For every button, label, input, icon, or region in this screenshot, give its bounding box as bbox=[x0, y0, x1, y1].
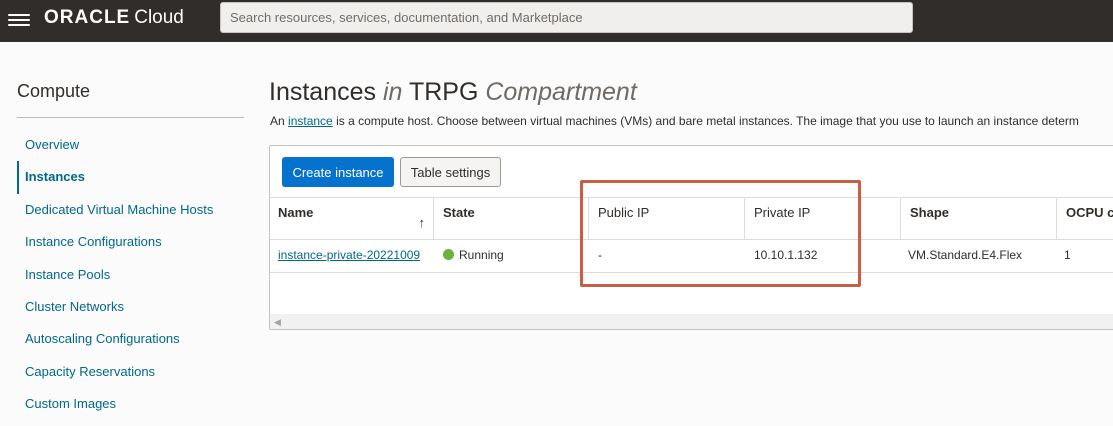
search-input[interactable] bbox=[220, 2, 913, 33]
column-header-private-ip[interactable]: Private IP bbox=[746, 198, 901, 240]
logo-brand: ORACLE bbox=[44, 7, 131, 28]
cell-name: instance-private-20221009 bbox=[270, 240, 420, 272]
sidebar-title: Compute bbox=[17, 81, 91, 101]
table-settings-button[interactable]: Table settings bbox=[400, 157, 501, 187]
sidebar-divider bbox=[17, 117, 244, 118]
cell-private-ip: 10.10.1.132 bbox=[754, 248, 818, 262]
page-title-compartment-name: TRPG bbox=[408, 78, 479, 106]
table-header: Name ↑ State Public IP Private IP Shape … bbox=[270, 197, 1113, 240]
page-title-main: Instances bbox=[269, 78, 377, 106]
column-header-state[interactable]: State bbox=[435, 198, 589, 240]
oracle-cloud-logo[interactable]: ORACLE Cloud bbox=[44, 7, 184, 29]
desc-prefix: An bbox=[270, 114, 285, 128]
sidebar-item-custom-images[interactable]: Custom Images bbox=[17, 388, 244, 420]
cell-public-ip: - bbox=[598, 248, 602, 262]
sidebar-item-instance-pools[interactable]: Instance Pools bbox=[17, 259, 244, 291]
horizontal-scrollbar[interactable]: ◀ bbox=[270, 314, 1113, 329]
cell-shape: VM.Standard.E4.Flex bbox=[908, 248, 1023, 262]
create-instance-button[interactable]: Create instance bbox=[282, 157, 394, 187]
column-header-shape[interactable]: Shape bbox=[902, 198, 1057, 240]
page-title-in: in bbox=[382, 78, 403, 106]
column-header-public-ip[interactable]: Public IP bbox=[590, 198, 745, 240]
desc-suffix: is a compute host. Choose between virtua… bbox=[336, 114, 1079, 128]
sidebar-item-autoscaling-configurations[interactable]: Autoscaling Configurations bbox=[17, 323, 244, 355]
column-header-name[interactable]: Name ↑ bbox=[270, 198, 434, 240]
column-header-name-label: Name bbox=[278, 205, 314, 220]
cell-ocpu: 1 bbox=[1064, 248, 1071, 262]
cell-state: Running bbox=[435, 240, 504, 272]
instance-name-link[interactable]: instance-private-20221009 bbox=[278, 248, 420, 262]
instance-doc-link[interactable]: instance bbox=[288, 114, 333, 128]
page-title: Instances in TRPG Compartment bbox=[269, 78, 637, 107]
page-description: An instance is a compute host. Choose be… bbox=[270, 114, 1079, 128]
sidebar-item-instance-configurations[interactable]: Instance Configurations bbox=[17, 226, 244, 258]
sidebar-item-cluster-networks[interactable]: Cluster Networks bbox=[17, 291, 244, 323]
sidebar-item-overview[interactable]: Overview bbox=[17, 129, 244, 161]
running-status-icon bbox=[443, 249, 454, 260]
sidebar-item-capacity-reservations[interactable]: Capacity Reservations bbox=[17, 356, 244, 388]
logo-product: Cloud bbox=[134, 7, 184, 28]
sidebar-item-instances[interactable]: Instances bbox=[17, 161, 244, 194]
hamburger-menu-icon[interactable] bbox=[8, 11, 30, 29]
scroll-left-arrow-icon[interactable]: ◀ bbox=[274, 317, 281, 328]
instances-panel: Create instance Table settings Name ↑ St… bbox=[269, 145, 1113, 330]
column-header-ocpu[interactable]: OCPU co bbox=[1058, 198, 1113, 240]
table-row: instance-private-20221009 Running - 10.1… bbox=[270, 240, 1113, 273]
state-label: Running bbox=[459, 248, 504, 262]
page-title-compartment-word: Compartment bbox=[485, 78, 637, 106]
top-bar: ORACLE Cloud bbox=[0, 0, 1113, 42]
sort-ascending-icon[interactable]: ↑ bbox=[419, 208, 426, 238]
sidebar-nav: Overview Instances Dedicated Virtual Mac… bbox=[17, 129, 244, 421]
sidebar-item-dedicated-vm-hosts[interactable]: Dedicated Virtual Machine Hosts bbox=[17, 194, 244, 226]
